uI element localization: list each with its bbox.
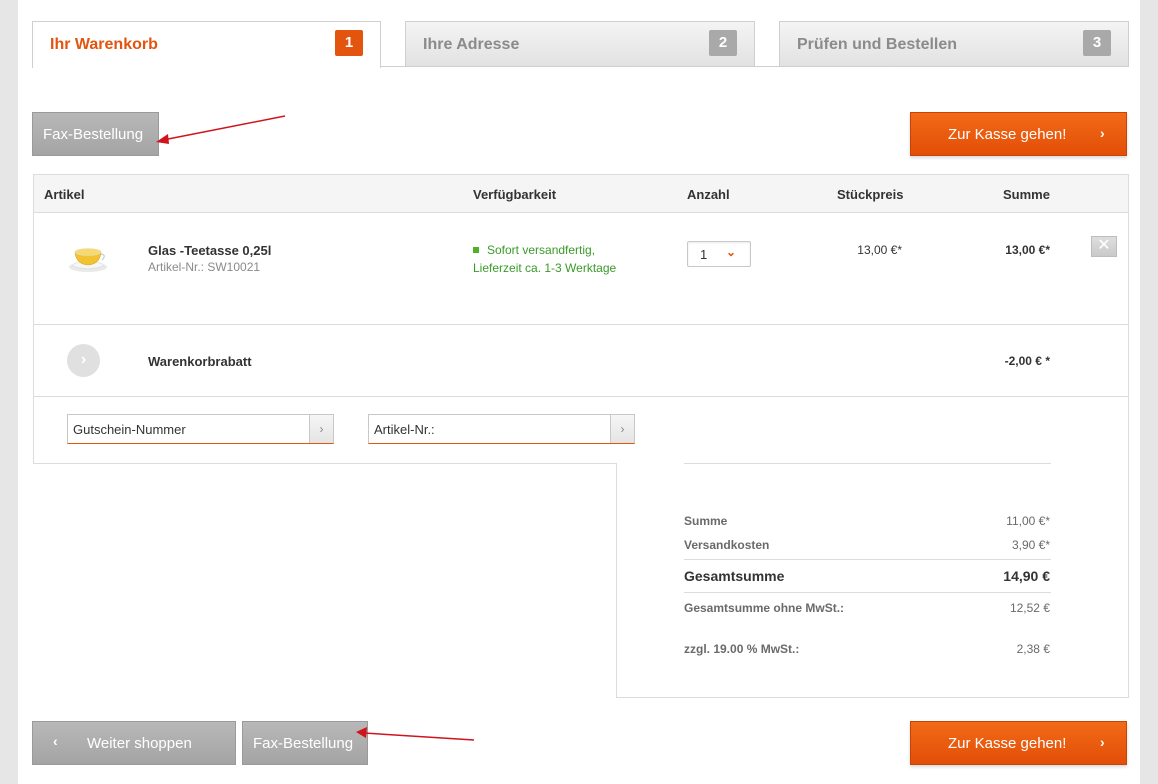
subtotal-label: Summe bbox=[684, 514, 728, 528]
checkout-button-bottom[interactable]: Zur Kasse gehen! › bbox=[910, 721, 1127, 765]
tab-divider bbox=[755, 66, 779, 67]
checkout-label: Zur Kasse gehen! bbox=[948, 126, 1067, 143]
tab-divider bbox=[381, 66, 405, 67]
item-total: 13,00 €* bbox=[1005, 243, 1050, 257]
grand-total-label: Gesamtsumme bbox=[684, 568, 785, 584]
totals-divider bbox=[684, 592, 1051, 593]
item-sku: Artikel-Nr.: SW10021 bbox=[148, 260, 261, 274]
availability-dot-icon bbox=[473, 247, 479, 253]
discount-value: -2,00 € * bbox=[1004, 354, 1050, 368]
chevron-right-icon: › bbox=[1100, 734, 1105, 750]
chevron-right-icon: › bbox=[1100, 125, 1105, 141]
header-total: Summe bbox=[1003, 187, 1050, 202]
availability-line1: Sofort versandfertig, bbox=[487, 243, 596, 257]
step-address-label: Ihre Adresse bbox=[423, 36, 520, 53]
article-number-placeholder: Artikel-Nr.: bbox=[374, 422, 435, 437]
item-availability: Sofort versandfertig, Lieferzeit ca. 1-3… bbox=[473, 241, 616, 277]
remove-item-icon[interactable]: ✕ bbox=[1091, 236, 1117, 257]
vat-label: zzgl. 19.00 % MwSt.: bbox=[684, 642, 800, 656]
item-unit-price: 13,00 €* bbox=[857, 243, 902, 257]
discount-label: Warenkorbrabatt bbox=[148, 354, 252, 369]
totals-panel: Summe 11,00 €* Versandkosten 3,90 €* Ges… bbox=[616, 463, 1129, 698]
quantity-select[interactable]: 1 ⌄ bbox=[687, 241, 751, 267]
header-quantity: Anzahl bbox=[687, 187, 730, 202]
step-review-number: 3 bbox=[1083, 30, 1111, 56]
row-divider bbox=[34, 324, 1128, 325]
step-cart-number: 1 bbox=[335, 30, 363, 56]
net-total-value: 12,52 € bbox=[1009, 601, 1050, 615]
shipping-value: 3,90 €* bbox=[1011, 538, 1050, 552]
step-address-number: 2 bbox=[709, 30, 737, 56]
header-article: Artikel bbox=[44, 187, 85, 202]
step-review[interactable]: Prüfen und Bestellen 3 bbox=[779, 21, 1129, 67]
shipping-label: Versandkosten bbox=[684, 538, 770, 552]
voucher-submit-button[interactable]: › bbox=[309, 415, 333, 443]
teacup-thumbnail[interactable] bbox=[68, 242, 108, 274]
header-unit-price: Stückpreis bbox=[837, 187, 904, 202]
table-row: Glas -Teetasse 0,25l Artikel-Nr.: SW1002… bbox=[34, 213, 1128, 324]
cart-table: Artikel Verfügbarkeit Anzahl Stückpreis … bbox=[33, 174, 1129, 464]
chevron-down-icon: ⌄ bbox=[726, 245, 737, 259]
checkout-label: Zur Kasse gehen! bbox=[948, 735, 1067, 752]
fax-order-label: Fax-Bestellung bbox=[43, 126, 144, 143]
fax-order-label: Fax-Bestellung bbox=[253, 735, 354, 752]
header-availability: Verfügbarkeit bbox=[473, 187, 557, 202]
continue-shopping-button[interactable]: ‹ Weiter shoppen bbox=[32, 721, 236, 765]
voucher-input[interactable]: Gutschein-Nummer › bbox=[67, 414, 334, 444]
step-cart-label: Ihr Warenkorb bbox=[50, 36, 158, 53]
article-number-input[interactable]: Artikel-Nr.: › bbox=[368, 414, 635, 444]
step-address[interactable]: Ihre Adresse 2 bbox=[405, 21, 755, 67]
step-cart[interactable]: Ihr Warenkorb 1 bbox=[32, 21, 381, 68]
vat-value: 2,38 € bbox=[1016, 642, 1050, 656]
availability-line2: Lieferzeit ca. 1-3 Werktage bbox=[473, 261, 617, 275]
article-number-submit-button[interactable]: › bbox=[610, 415, 634, 443]
voucher-placeholder: Gutschein-Nummer bbox=[73, 422, 186, 437]
grand-total-value: 14,90 € bbox=[1003, 568, 1050, 584]
row-divider bbox=[34, 396, 1128, 397]
totals-divider bbox=[684, 559, 1051, 560]
chevron-left-icon: ‹ bbox=[53, 733, 58, 749]
continue-shopping-label: Weiter shoppen bbox=[87, 735, 192, 752]
net-total-label: Gesamtsumme ohne MwSt.: bbox=[684, 601, 845, 615]
item-name[interactable]: Glas -Teetasse 0,25l bbox=[148, 243, 271, 258]
fax-order-button-top[interactable]: Fax-Bestellung bbox=[32, 112, 159, 156]
table-header: Artikel Verfügbarkeit Anzahl Stückpreis … bbox=[34, 175, 1128, 213]
discount-chevron-icon: › bbox=[67, 344, 100, 377]
fax-order-button-bottom[interactable]: Fax-Bestellung bbox=[242, 721, 368, 765]
quantity-value: 1 bbox=[700, 247, 708, 262]
step-review-label: Prüfen und Bestellen bbox=[797, 36, 958, 53]
totals-top-divider bbox=[684, 463, 1051, 464]
checkout-button-top[interactable]: Zur Kasse gehen! › bbox=[910, 112, 1127, 156]
subtotal-value: 11,00 €* bbox=[1006, 514, 1050, 528]
